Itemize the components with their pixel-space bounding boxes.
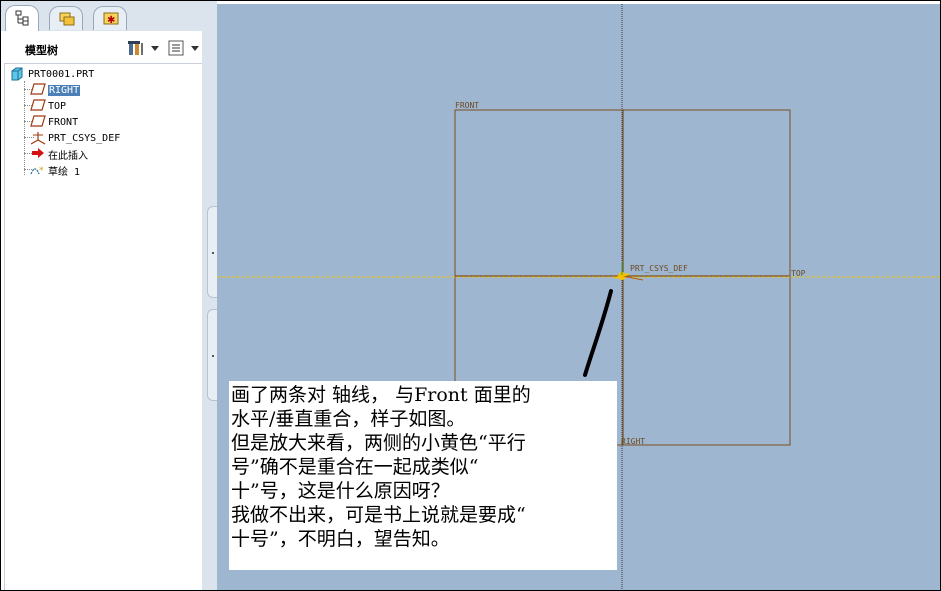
- note-line: 十”号，这是什么原因呀？: [231, 480, 450, 502]
- note-line: 画了两条对 轴线， 与Front 面里的: [231, 384, 531, 406]
- splitter-handle-top[interactable]: [207, 206, 217, 298]
- svg-text:✱: ✱: [107, 15, 115, 26]
- tab-model-tree[interactable]: [5, 5, 39, 31]
- label-csys: PRT_CSYS_DEF: [630, 264, 688, 273]
- tab-favorites[interactable]: ✱: [93, 6, 127, 30]
- settings-tools-icon: [128, 41, 143, 55]
- label-front: FRONT: [455, 101, 479, 110]
- application-window: ✱ 模型树 PRT0001.PRT RIGHT TOP FRONT PRT_CS…: [0, 0, 941, 591]
- tree-root-part[interactable]: PRT0001.PRT: [10, 66, 94, 82]
- note-line: 水平/垂直重合，样子如图。: [231, 408, 466, 430]
- model-tree: PRT0001.PRT RIGHT TOP FRONT PRT_CSYS_DEF…: [4, 63, 202, 590]
- settings-button[interactable]: [127, 38, 161, 58]
- datum-plane-icon: [30, 115, 46, 129]
- label-right: RIGHT: [621, 437, 645, 446]
- tree-item-insert-here[interactable]: 在此插入: [30, 146, 88, 162]
- tree-item-right[interactable]: RIGHT: [30, 82, 81, 98]
- note-line: 但是放大来看，两侧的小黄色“平行: [231, 432, 526, 454]
- annotation-pointer-stroke: [583, 289, 613, 377]
- tree-item-top[interactable]: TOP: [30, 98, 66, 114]
- datum-plane-icon: [30, 83, 46, 97]
- coordinate-system-icon: [30, 131, 46, 145]
- note-line: 号”确不是重合在一起成类似“: [231, 456, 479, 478]
- show-columns-icon: [168, 40, 184, 56]
- tab-folder-browser[interactable]: [49, 6, 83, 30]
- tree-item-csys[interactable]: PRT_CSYS_DEF: [30, 130, 120, 146]
- annotation-note: 画了两条对 轴线， 与Front 面里的 水平/垂直重合，样子如图。 但是放大来…: [229, 381, 617, 570]
- show-button[interactable]: [167, 38, 201, 58]
- svg-text:*: *: [39, 166, 44, 175]
- favorites-tab-icon: ✱: [103, 12, 119, 26]
- navigator-tab-strip: ✱: [1, 1, 216, 31]
- folder-browser-tab-icon: [59, 12, 75, 26]
- tree-item-front[interactable]: FRONT: [30, 114, 78, 130]
- datum-plane-icon: [30, 99, 46, 113]
- note-line: 十号”，不明白，望告知。: [231, 528, 450, 550]
- panel-splitter[interactable]: [202, 1, 217, 590]
- insert-here-arrow-icon: [30, 147, 46, 161]
- model-tree-header: 模型树: [1, 31, 202, 63]
- label-top: TOP: [791, 269, 806, 278]
- splitter-handle-bottom[interactable]: [207, 309, 217, 401]
- model-tree-tab-icon: [15, 10, 29, 26]
- model-tree-title: 模型树: [25, 44, 58, 57]
- sketch-icon: *: [30, 163, 46, 177]
- note-line: 我做不出来，可是书上说就是要成“: [231, 504, 526, 526]
- part-icon: [10, 67, 26, 81]
- tree-item-sketch[interactable]: * 草绘 1: [30, 162, 80, 178]
- navigator-panel: ✱ 模型树 PRT0001.PRT RIGHT TOP FRONT PRT_CS…: [1, 1, 216, 590]
